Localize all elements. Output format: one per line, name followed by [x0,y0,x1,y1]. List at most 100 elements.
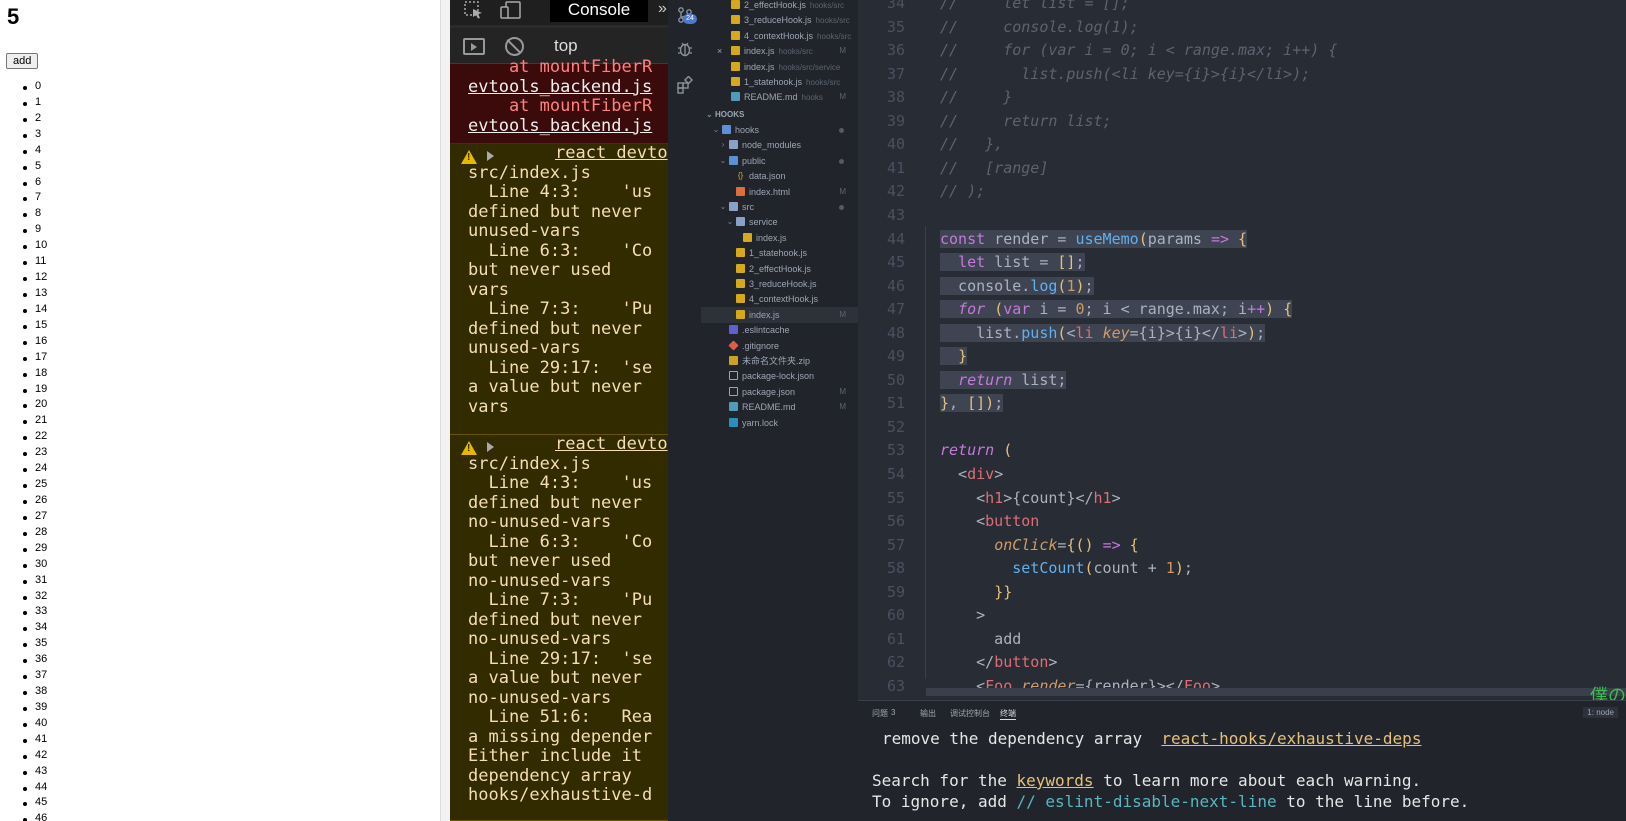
file-name: .eslintcache [742,325,790,336]
page-scrollbar[interactable] [440,0,450,821]
more-tabs-button[interactable]: » [658,0,667,18]
tree-item[interactable]: 1_statehook.js [701,245,858,261]
tree-item[interactable]: 3_reduceHook.js [701,276,858,292]
file-icon [736,186,745,196]
open-editor-item[interactable]: 1_statehook.js hooks/src [701,74,858,90]
folder-icon [722,125,731,134]
tree-item[interactable]: .eslintcache [701,322,858,338]
tree-item[interactable]: yarn.lock [701,415,858,431]
tree-item[interactable]: {} data.json [701,168,858,184]
line-number: 35 [886,17,905,36]
line-number: 51 [886,394,905,413]
open-editor-item[interactable]: index.js hooks/src/service [701,59,858,75]
console-sidebar-icon[interactable] [463,38,485,55]
code-token: li [1075,323,1103,342]
tree-item[interactable]: index.js M [701,306,858,323]
tree-item[interactable]: ⌄ src [701,199,858,215]
panel-tab-1[interactable]: 输出 [920,708,936,719]
warning-text-line: dependency array [468,765,632,786]
context-selector[interactable]: top [554,36,578,56]
code-editor[interactable]: 34// let list = []; 35// console.log(1); 3… [858,0,1626,700]
warning-text-line: a value but never [468,668,642,688]
list-item: 25 [12,478,47,494]
line-number: 56 [886,512,905,531]
tree-item[interactable]: ⌄ public [701,153,858,169]
tree-item[interactable]: 2_effectHook.js [701,261,858,277]
open-editor-item[interactable]: 4_contextHook.js hooks/src [701,28,858,44]
expand-caret-icon[interactable] [487,151,494,161]
code-token: ++ [1247,300,1266,319]
warning-source-link[interactable]: react devto [555,434,668,455]
file-icon [731,30,740,40]
file-name: data.json [749,171,786,182]
open-editor-item[interactable]: × index.js hooks/src M [701,43,858,59]
line-number: 39 [886,111,905,130]
tab-console[interactable]: Console [550,0,648,22]
code-token: ; [1183,559,1193,578]
file-name: 1_statehook.js [749,248,808,259]
code-line: 44 const render = useMemo(params => { [858,229,1626,253]
count-heading: 5 [7,4,20,29]
tree-item[interactable]: ⌄ hooks [701,122,858,138]
chevron-down-icon: ⌄ [712,125,720,134]
tree-item[interactable]: ⌄ service [701,214,858,230]
code-token: // return list; [940,111,1112,130]
tree-item[interactable]: package-lock.json [701,368,858,384]
warning-text-line: defined but never [468,492,642,513]
warning-icon [461,441,477,455]
code-text: }, []); [940,394,1004,413]
list-item: 3 [12,128,47,144]
panel-tab-2[interactable]: 调试控制台 [950,708,990,719]
terminal-line: Search for the keywords to learn more ab… [872,770,1421,792]
code-text: <div> [940,465,1003,483]
tree-item[interactable]: index.html M [701,184,858,200]
close-icon[interactable]: × [717,43,722,59]
code-text: setCount(count + 1); [940,559,1193,577]
line-number: 63 [886,676,905,695]
line-number: 60 [886,606,905,625]
warning-source-link[interactable]: react devto [555,143,668,164]
tree-item[interactable]: README.md M [701,399,858,415]
code-token: // list.push(<li key={i}>{i}</li>); [940,64,1311,83]
add-button[interactable]: add [6,53,39,69]
warning-text-line: Line 6:3: 'Co [468,240,653,261]
device-toolbar-icon[interactable] [500,1,522,19]
code-text: <h1>{count}</h1> [940,489,1121,507]
debug-icon[interactable] [676,40,694,58]
tree-item[interactable]: › node_modules [701,137,858,153]
tree-item[interactable]: .gitignore [701,338,858,354]
chevron-down-icon: ⌄ [719,155,727,165]
list-item: 41 [12,733,47,749]
clear-console-icon[interactable] [505,37,524,56]
folder-icon [729,202,738,211]
terminal-rule-link[interactable]: react-hooks/exhaustive-deps [1161,729,1421,748]
file-name: service [749,217,778,228]
panel-tab-3[interactable]: 终端 [1000,708,1016,720]
file-icon [736,263,745,273]
inspect-element-icon[interactable] [464,1,484,19]
list-item: 32 [12,590,47,606]
stack-source-link[interactable]: evtools_backend.js [468,116,652,137]
code-line: 38 // } [858,88,1626,111]
list-item: 43 [12,765,47,781]
modified-dot-icon [839,205,844,210]
warning-text-line: unused-vars [468,221,581,241]
open-editor-item[interactable]: 3_reduceHook.js hooks/src [701,12,858,28]
tree-item[interactable]: 未命名文件夹.zip [701,353,858,369]
tree-item[interactable]: 4_contextHook.js [701,291,858,307]
terminal-selector[interactable]: 1: node [1583,707,1618,718]
stack-source-link[interactable]: evtools_backend.js [468,77,652,98]
horizontal-scrollbar[interactable] [926,688,1626,696]
file-name: package.json [742,386,796,397]
tree-item[interactable]: index.js [701,230,858,246]
tree-item[interactable]: package.json M [701,384,858,400]
expand-caret-icon[interactable] [487,442,494,452]
list-item: 39 [12,701,47,717]
code-token: log [1030,276,1058,295]
extensions-icon[interactable] [676,76,694,94]
panel-tab-0[interactable]: 问题 [872,708,888,719]
code-line: 47 for (var i = 0; i < range.max; i++) { [858,300,1626,323]
open-editor-item[interactable]: 2_effectHook.js hooks/src [701,0,858,13]
open-editor-item[interactable]: README.md hooks M [701,89,858,105]
